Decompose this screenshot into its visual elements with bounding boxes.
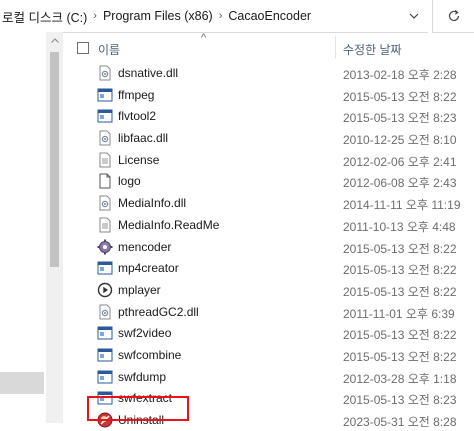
file-row[interactable]: mp4creator 2015-05-13 오전 8:22 <box>63 257 474 279</box>
address-bar: 로컬 디스크 (C:) › Program Files (x86) › Caca… <box>0 0 474 33</box>
scroll-thumb[interactable] <box>50 52 59 267</box>
file-row[interactable]: logo 2012-06-08 오후 2:43 <box>63 170 474 192</box>
breadcrumb-program-files[interactable]: Program Files (x86) <box>99 9 217 23</box>
select-all-checkbox[interactable] <box>77 42 89 54</box>
address-dropdown-button[interactable] <box>400 0 428 33</box>
text-file-icon <box>97 217 113 233</box>
file-date-modified: 2015-05-13 오전 8:22 <box>343 349 457 364</box>
file-row[interactable]: mplayer 2015-05-13 오전 8:22 <box>63 279 474 301</box>
exe-icon <box>97 347 113 363</box>
file-name[interactable]: flvtool2 <box>118 109 156 123</box>
file-date-modified: 2015-05-13 오전 8:22 <box>343 89 457 104</box>
dll-icon <box>97 304 113 320</box>
play-icon <box>97 282 113 298</box>
file-row[interactable]: License 2012-02-06 오후 2:41 <box>63 149 474 171</box>
file-row[interactable]: ffmpeg 2015-05-13 오전 8:22 <box>63 84 474 106</box>
file-name[interactable]: mp4creator <box>118 261 179 275</box>
chevron-up-icon <box>50 38 59 43</box>
breadcrumb-separator[interactable]: › <box>91 10 99 22</box>
breadcrumb-separator[interactable]: › <box>217 10 225 22</box>
file-row[interactable]: flvtool2 2015-05-13 오전 8:23 <box>63 105 474 127</box>
text-file-icon <box>97 152 113 168</box>
file-date-modified: 2010-12-25 오전 8:10 <box>343 133 457 148</box>
file-date-modified: 2014-11-11 오후 11:19 <box>343 198 461 213</box>
exe-icon <box>97 369 113 385</box>
column-header-date-modified[interactable]: 수정한 날짜 <box>343 41 402 58</box>
file-row[interactable]: MediaInfo.dll 2014-11-11 오후 11:19 <box>63 192 474 214</box>
file-row[interactable]: dsnative.dll 2013-02-18 오후 2:28 <box>63 62 474 84</box>
sort-ascending-icon: ^ <box>201 32 207 44</box>
file-name[interactable]: libfaac.dll <box>118 131 168 145</box>
file-date-modified: 2012-06-08 오후 2:43 <box>343 176 457 191</box>
file-name[interactable]: swfcombine <box>118 348 181 362</box>
file-row[interactable]: MediaInfo.ReadMe 2011-10-13 오후 4:48 <box>63 214 474 236</box>
file-date-modified: 2023-05-31 오전 8:28 <box>343 415 457 429</box>
exe-icon <box>97 260 113 276</box>
file-name[interactable]: MediaInfo.dll <box>118 196 186 210</box>
file-date-modified: 2011-11-01 오후 6:39 <box>343 306 455 321</box>
file-date-modified: 2015-05-13 오전 8:22 <box>343 263 457 278</box>
file-name[interactable]: swf2video <box>118 326 171 340</box>
file-list: 이름 ^ 수정한 날짜 dsnative.dll 2013-02-18 오후 2:… <box>63 32 474 429</box>
dll-icon <box>97 130 113 146</box>
file-date-modified: 2015-05-13 오전 8:23 <box>343 111 457 126</box>
file-name[interactable]: ffmpeg <box>118 88 154 102</box>
file-rows: dsnative.dll 2013-02-18 오후 2:28 ffmpeg 2015… <box>63 62 474 431</box>
file-date-modified: 2012-02-06 오후 2:41 <box>343 154 457 169</box>
image-file-icon <box>97 173 113 189</box>
chevron-down-icon <box>409 13 419 19</box>
file-name[interactable]: License <box>118 153 159 167</box>
file-row[interactable]: pthreadGC2.dll 2011-11-01 오후 6:39 <box>63 301 474 323</box>
refresh-button[interactable] <box>432 0 474 33</box>
gear-icon <box>97 239 113 255</box>
file-row[interactable]: mencoder 2015-05-13 오전 8:22 <box>63 236 474 258</box>
breadcrumb-cacaoencoder[interactable]: CacaoEncoder <box>224 9 315 23</box>
file-row[interactable]: swfcombine 2015-05-13 오전 8:22 <box>63 344 474 366</box>
exe-icon <box>97 87 113 103</box>
dll-icon <box>97 195 113 211</box>
column-header: 이름 ^ 수정한 날짜 <box>63 32 474 60</box>
exe-icon <box>97 108 113 124</box>
navigation-pane <box>0 32 46 423</box>
file-date-modified: 2013-02-18 오후 2:28 <box>343 68 457 82</box>
file-date-modified: 2015-05-13 오전 8:22 <box>343 241 457 256</box>
file-name[interactable]: MediaInfo.ReadMe <box>118 218 219 232</box>
file-name[interactable]: swfdump <box>118 370 166 384</box>
refresh-icon <box>448 10 460 22</box>
file-name[interactable]: dsnative.dll <box>118 66 178 80</box>
uninstall-highlight-box <box>87 396 189 421</box>
file-name[interactable]: logo <box>118 174 141 188</box>
file-row[interactable]: libfaac.dll 2010-12-25 오전 8:10 <box>63 127 474 149</box>
breadcrumb-drive[interactable]: 로컬 디스크 (C:) <box>0 7 91 26</box>
nav-selected-item[interactable] <box>0 372 44 394</box>
file-date-modified: 2015-05-13 오전 8:22 <box>343 328 457 343</box>
column-divider[interactable] <box>335 36 336 58</box>
breadcrumb[interactable]: 로컬 디스크 (C:) › Program Files (x86) › Caca… <box>0 0 400 33</box>
file-name[interactable]: pthreadGC2.dll <box>118 305 199 319</box>
column-header-name[interactable]: 이름 <box>98 41 120 58</box>
nav-scrollbar[interactable] <box>46 32 63 423</box>
file-date-modified: 2012-03-28 오후 1:18 <box>343 371 457 386</box>
file-date-modified: 2015-05-13 오전 8:23 <box>343 393 457 408</box>
file-row[interactable]: swfdump 2012-03-28 오후 1:18 <box>63 366 474 388</box>
file-date-modified: 2015-05-13 오전 8:22 <box>343 284 457 299</box>
file-name[interactable]: mplayer <box>118 283 161 297</box>
exe-icon <box>97 325 113 341</box>
file-name[interactable]: mencoder <box>118 240 171 254</box>
dll-icon <box>97 65 113 81</box>
file-date-modified: 2011-10-13 오후 4:48 <box>343 219 456 234</box>
file-row[interactable]: swf2video 2015-05-13 오전 8:22 <box>63 322 474 344</box>
scroll-up-button[interactable] <box>46 32 63 49</box>
